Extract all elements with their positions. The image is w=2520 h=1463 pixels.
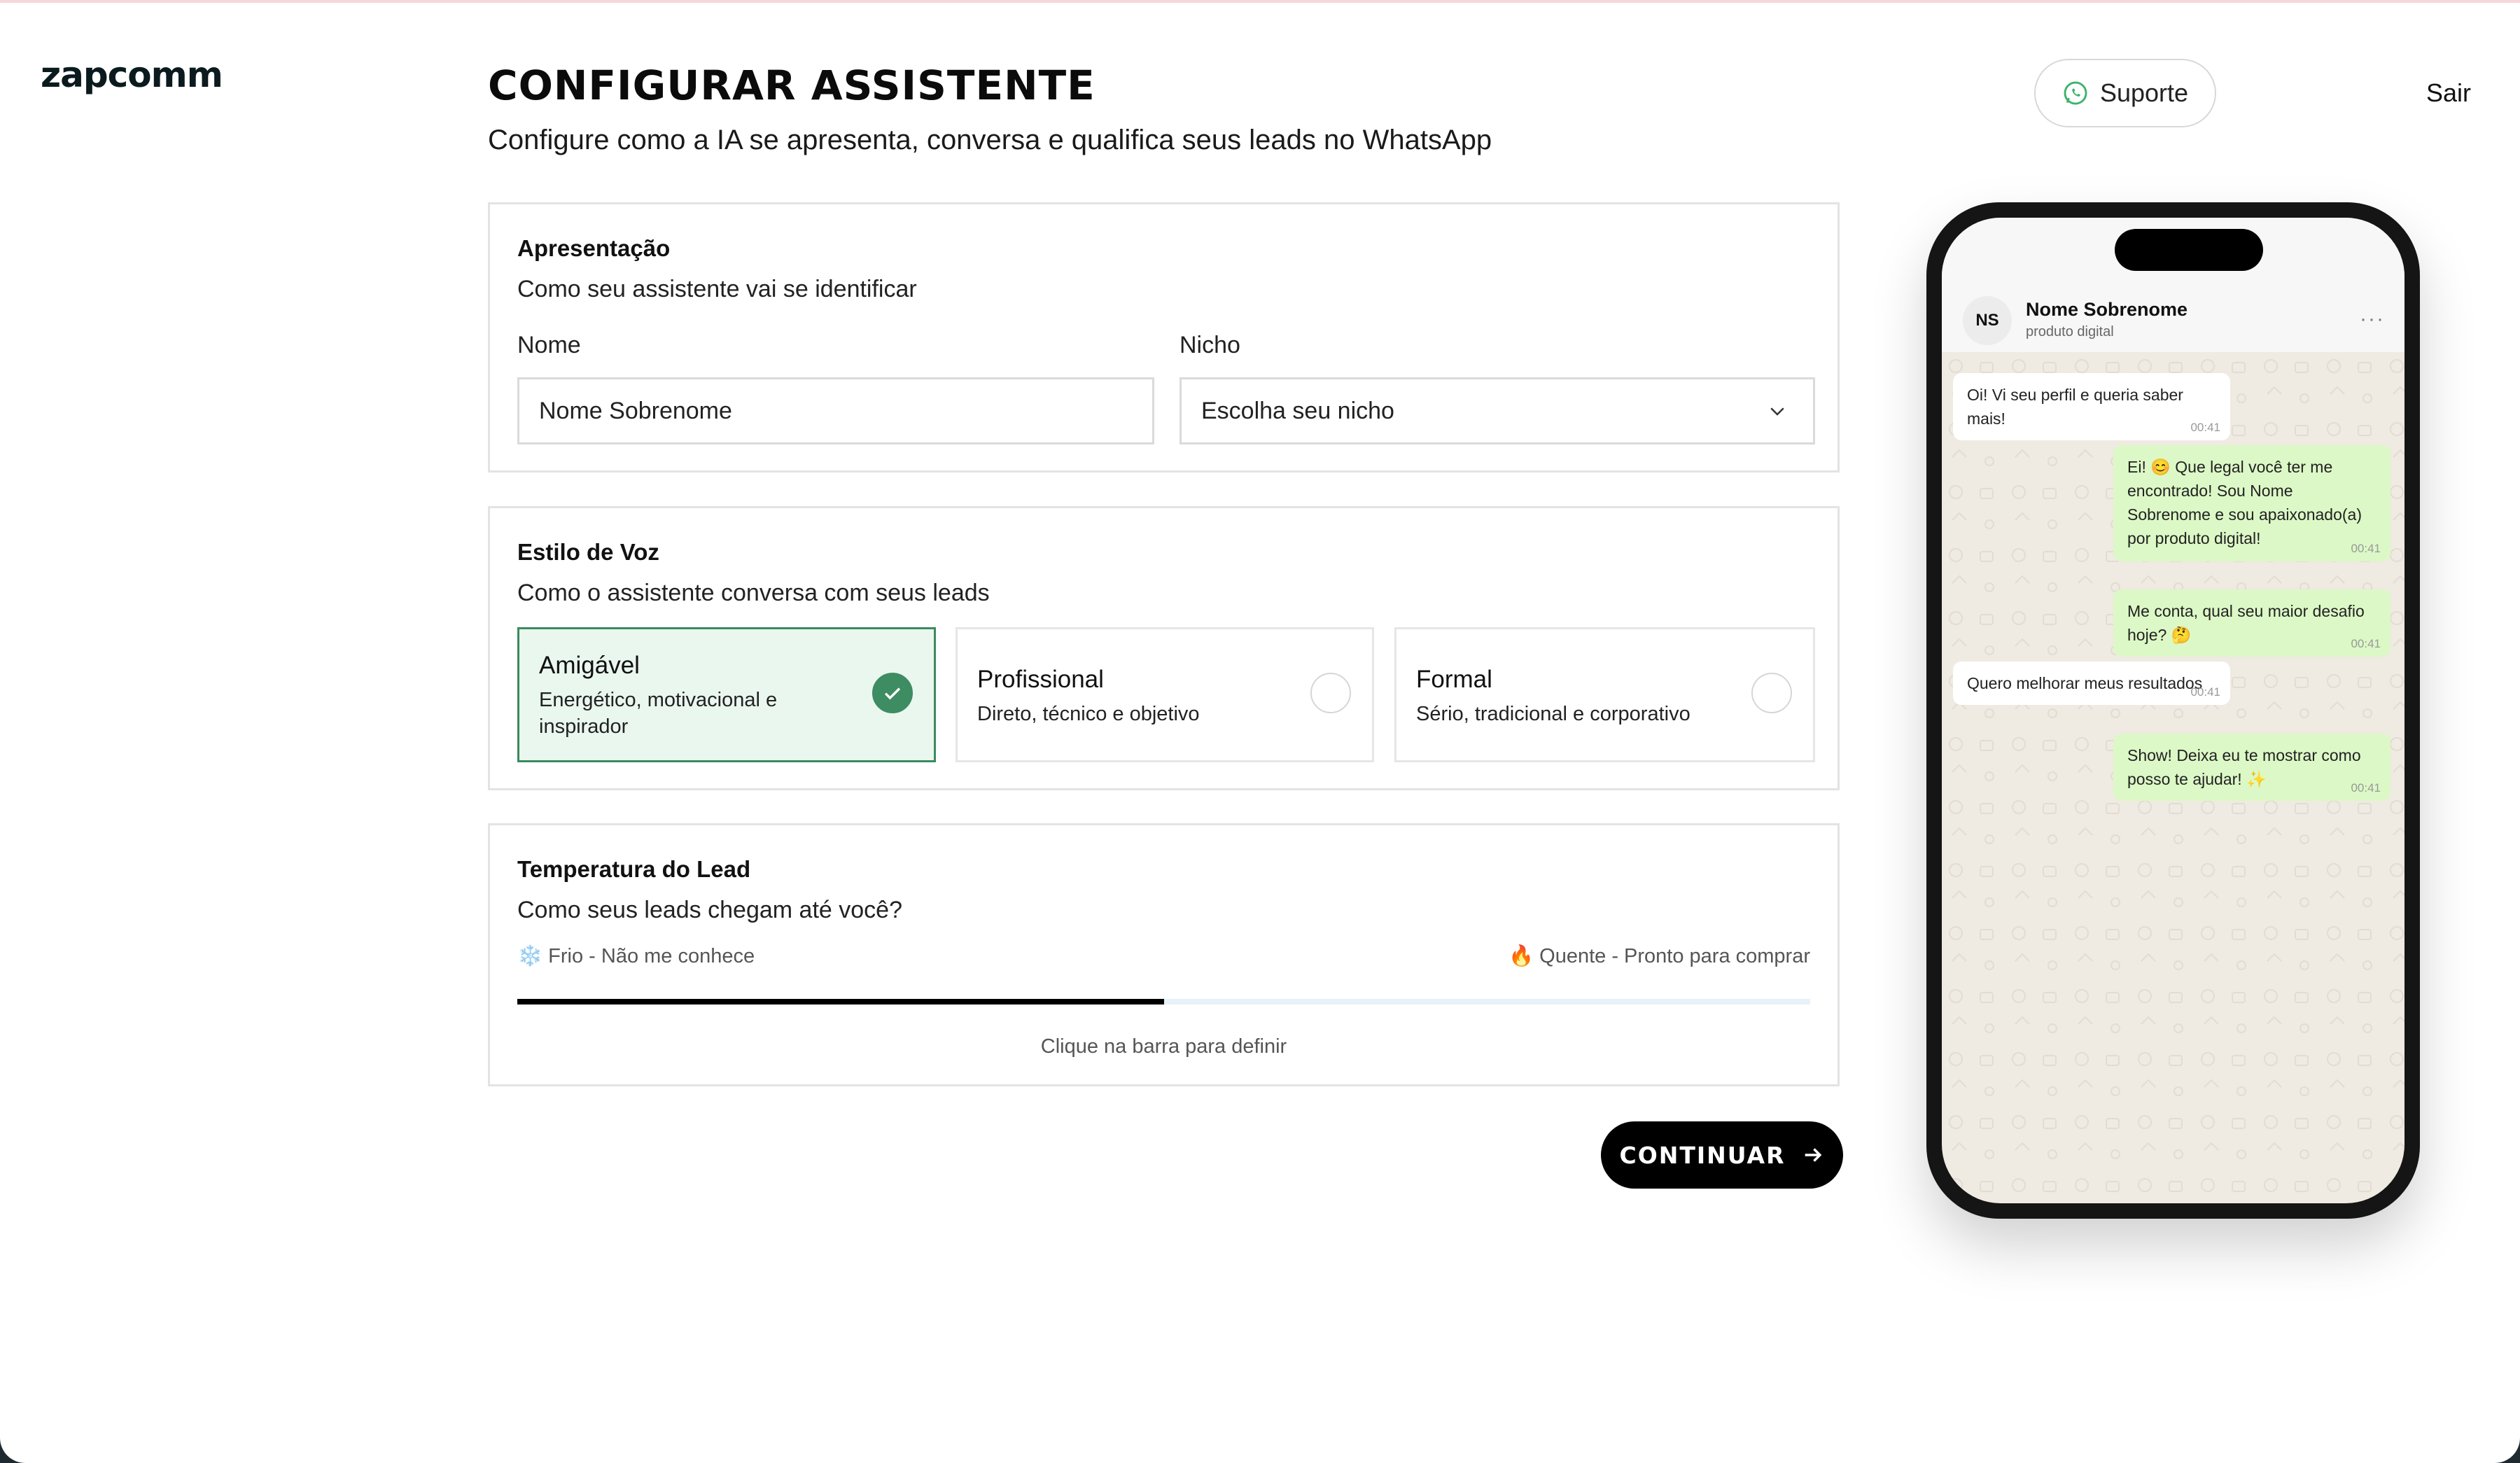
temperature-slider-fill (517, 999, 1164, 1004)
niche-select-value: Escolha seu nicho (1201, 397, 1394, 424)
page: zapcomm Suporte Sair CONFIGURAR ASSISTEN… (0, 0, 2520, 1463)
hot-label: 🔥 Quente - Pronto para comprar (1508, 945, 1810, 967)
message-text: Quero melhorar meus resultados (1967, 674, 2203, 692)
niche-select[interactable]: Escolha seu nicho (1180, 377, 1815, 444)
voice-option-amigavel[interactable]: Amigável Energético, motivacional e insp… (517, 627, 936, 762)
niche-label: Nicho (1180, 332, 1240, 358)
voice-option-desc: Sério, tradicional e corporativo (1416, 703, 1690, 725)
radio-icon (1310, 673, 1351, 713)
lead-temperature-title: Temperatura do Lead (517, 856, 751, 882)
whatsapp-icon (2064, 81, 2087, 105)
voice-option-name: Profissional (977, 666, 1104, 693)
lead-temperature-desc: Como seus leads chegam até você? (517, 897, 902, 923)
presentation-card: Apresentação Como seu assistente vai se … (488, 202, 1840, 472)
contact-name: Nome Sobrenome (2026, 299, 2188, 320)
temperature-slider[interactable] (517, 999, 1810, 1004)
voice-option-desc: Direto, técnico e objetivo (977, 703, 1200, 725)
name-label: Nome (517, 332, 581, 358)
chevron-down-icon (1770, 407, 1784, 416)
check-icon (872, 673, 913, 713)
message-text: Show! Deixa eu te mostrar como posso te … (2127, 746, 2361, 788)
message-time: 00:41 (2190, 685, 2220, 699)
lead-temperature-card: Temperatura do Lead Como seus leads cheg… (488, 823, 1840, 1086)
message-time: 00:41 (2351, 637, 2381, 650)
continue-label: CONTINUAR (1619, 1141, 1786, 1169)
chat-message-out: Ei! 😊 Que legal você ter me encontrado! … (2113, 445, 2390, 561)
continue-button[interactable]: CONTINUAR (1601, 1121, 1843, 1189)
message-text: Ei! 😊 Que legal você ter me encontrado! … (2127, 458, 2362, 547)
message-time: 00:41 (2351, 781, 2381, 794)
voice-option-profissional[interactable]: Profissional Direto, técnico e objetivo (955, 627, 1374, 762)
phone-screen: NS Nome Sobrenome produto digital ··· Oi… (1942, 218, 2404, 1203)
presentation-title: Apresentação (517, 235, 671, 261)
name-input-value: Nome Sobrenome (539, 397, 732, 424)
voice-option-formal[interactable]: Formal Sério, tradicional e corporativo (1394, 627, 1815, 762)
temperature-hint: Clique na barra para definir (1040, 1035, 1287, 1058)
support-button[interactable]: Suporte (2034, 59, 2216, 127)
chat-message-out: Me conta, qual seu maior desafio hoje? 🤔… (2113, 589, 2390, 657)
presentation-desc: Como seu assistente vai se identificar (517, 276, 917, 302)
voice-option-name: Formal (1416, 666, 1492, 693)
voice-style-card: Estilo de Voz Como o assistente conversa… (488, 506, 1840, 790)
voice-style-title: Estilo de Voz (517, 539, 659, 565)
contact-subtitle: produto digital (2026, 324, 2114, 340)
dynamic-island (2115, 229, 2263, 271)
name-input[interactable]: Nome Sobrenome (517, 377, 1154, 444)
page-title: CONFIGURAR ASSISTENTE (488, 62, 1096, 109)
radio-icon (1751, 673, 1792, 713)
message-time: 00:41 (2190, 421, 2220, 434)
phone-preview: NS Nome Sobrenome produto digital ··· Oi… (1926, 202, 2420, 1219)
message-time: 00:41 (2351, 542, 2381, 555)
message-text: Me conta, qual seu maior desafio hoje? 🤔 (2127, 602, 2365, 644)
chat-message-in: Oi! Vi seu perfil e queria saber mais! 0… (1953, 373, 2230, 440)
avatar: NS (1963, 296, 2012, 345)
chat-message-in: Quero melhorar meus resultados 00:41 (1953, 662, 2230, 705)
logout-link[interactable]: Sair (2426, 78, 2471, 108)
voice-style-desc: Como o assistente conversa com seus lead… (517, 580, 990, 606)
cold-label: ❄️ Frio - Não me conhece (517, 945, 755, 967)
logo: zapcomm (41, 55, 223, 95)
chat-message-out: Show! Deixa eu te mostrar como posso te … (2113, 734, 2390, 801)
voice-option-desc: Energético, motivacional e inspirador (539, 689, 778, 738)
arrow-right-icon (1805, 1148, 1821, 1162)
more-options-icon: ··· (2360, 307, 2385, 330)
page-subtitle: Configure como a IA se apresenta, conver… (488, 125, 1492, 155)
message-text: Oi! Vi seu perfil e queria saber mais! (1967, 386, 2183, 428)
support-label: Suporte (2099, 78, 2189, 107)
voice-option-name: Amigável (539, 652, 640, 679)
